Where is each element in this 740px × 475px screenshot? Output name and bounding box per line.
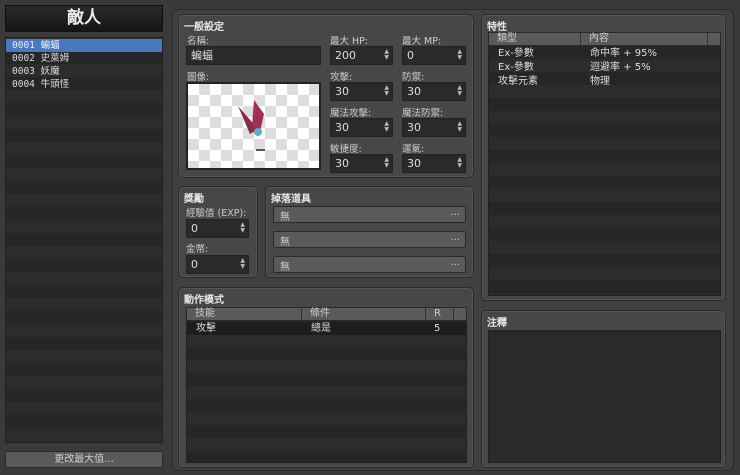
stat-label: 防禦:: [402, 72, 425, 83]
table-row[interactable]: Ex-參數 命中率 + 95%: [489, 47, 720, 60]
exp-input[interactable]: 0 ▲ ▼: [186, 219, 249, 238]
notes-textarea[interactable]: [488, 330, 721, 463]
spinner-icon[interactable]: ▲ ▼: [384, 49, 389, 61]
item-id: 0004: [12, 79, 35, 90]
magic-defense-input[interactable]: 30 ▲ ▼: [402, 118, 466, 137]
group-title: 注釋: [487, 318, 507, 329]
item-id: 0001: [12, 40, 35, 51]
column-header[interactable]: 內容: [581, 33, 708, 45]
list-item[interactable]: 0001 蝙蝠: [6, 39, 162, 52]
column-header[interactable]: R: [426, 308, 454, 320]
action-table-header: 技能 條件 R: [186, 307, 467, 321]
enemy-image[interactable]: [186, 82, 321, 170]
table-row[interactable]: 攻擊元素 物理: [489, 75, 720, 88]
more-icon[interactable]: ...: [450, 207, 460, 218]
spinner-icon[interactable]: ▲ ▼: [457, 85, 462, 97]
name-label: 名稱:: [187, 36, 210, 47]
group-title: 掉落道具: [271, 194, 311, 205]
group-title: 特性: [487, 22, 507, 33]
more-icon[interactable]: ...: [450, 232, 460, 243]
magic-attack-input[interactable]: 30 ▲ ▼: [330, 118, 393, 137]
stat-label: 魔法攻擊:: [330, 108, 372, 119]
list-item[interactable]: 0003 妖魔: [6, 65, 162, 78]
column-header[interactable]: 類型: [489, 33, 581, 45]
group-title: 獎勵: [184, 194, 204, 205]
column-header[interactable]: 技能: [187, 308, 302, 320]
list-item[interactable]: 0004 牛頭怪: [6, 78, 162, 91]
enemy-list-title: 敵人: [5, 5, 163, 32]
bat-sprite-icon: [238, 100, 265, 151]
item-id: 0002: [12, 53, 35, 64]
stat-label: 魔法防禦:: [402, 108, 444, 119]
action-patterns-group: 動作模式 技能 條件 R 攻擊 總是 5: [178, 287, 474, 468]
rating-cell: 5: [434, 323, 441, 334]
spinner-icon[interactable]: ▲ ▼: [457, 121, 462, 133]
max-mp-input[interactable]: 0 ▲ ▼: [402, 46, 466, 65]
group-title: 動作模式: [184, 295, 224, 306]
name-input[interactable]: 蝙蝠: [186, 46, 321, 65]
rewards-group: 獎勵 經驗值 (EXP): 0 ▲ ▼ 金幣: 0 ▲ ▼: [178, 186, 258, 278]
column-header[interactable]: 條件: [302, 308, 426, 320]
spinner-icon[interactable]: ▲ ▼: [384, 121, 389, 133]
max-hp-input[interactable]: 200 ▲ ▼: [330, 46, 393, 65]
stat-label: 運氣:: [402, 144, 425, 155]
item-name: 蝙蝠: [40, 40, 60, 51]
item-name: 妖魔: [40, 66, 60, 77]
agility-input[interactable]: 30 ▲ ▼: [330, 154, 393, 173]
spinner-icon[interactable]: ▲ ▼: [240, 222, 245, 234]
drop-item-3[interactable]: 無...: [273, 256, 466, 273]
stat-label: 敏捷度:: [330, 144, 362, 155]
item-name: 牛頭怪: [40, 79, 70, 90]
table-row[interactable]: 攻擊 總是 5: [187, 322, 466, 335]
traits-table-header: 類型 內容: [488, 32, 721, 46]
change-max-button[interactable]: 更改最大值...: [5, 451, 163, 468]
defense-input[interactable]: 30 ▲ ▼: [402, 82, 466, 101]
spinner-icon[interactable]: ▲ ▼: [240, 258, 245, 270]
gold-input[interactable]: 0 ▲ ▼: [186, 255, 249, 274]
condition-cell: 總是: [311, 323, 331, 334]
exp-label: 經驗值 (EXP):: [186, 208, 247, 219]
spinner-icon[interactable]: ▲ ▼: [384, 157, 389, 169]
general-settings-group: 一般設定 名稱: 蝙蝠 圖像: 最大 HP: 200 ▲ ▼ 最大 MP: 0 ▲ ▼ …: [178, 14, 474, 178]
skill-cell: 攻擊: [196, 323, 216, 334]
group-title: 一般設定: [184, 22, 224, 33]
enemy-list[interactable]: 0001 蝙蝠 0002 史萊姆 0003 妖魔 0004 牛頭怪: [5, 37, 163, 443]
notes-group: 注釋: [481, 310, 726, 468]
luck-input[interactable]: 30 ▲ ▼: [402, 154, 466, 173]
stat-label: 最大 MP:: [402, 36, 442, 47]
drop-items-group: 掉落道具 無... 無... 無...: [265, 186, 474, 278]
list-item[interactable]: 0002 史萊姆: [6, 52, 162, 65]
more-icon[interactable]: ...: [450, 257, 460, 268]
image-label: 圖像:: [187, 72, 210, 83]
drop-item-2[interactable]: 無...: [273, 231, 466, 248]
gold-label: 金幣:: [186, 244, 209, 255]
drop-item-1[interactable]: 無...: [273, 206, 466, 223]
table-row[interactable]: Ex-參數 迴避率 + 5%: [489, 61, 720, 74]
item-name: 史萊姆: [40, 53, 70, 64]
spinner-icon[interactable]: ▲ ▼: [457, 49, 462, 61]
stat-label: 最大 HP:: [330, 36, 369, 47]
traits-group: 特性 類型 內容 Ex-參數 命中率 + 95% Ex-參數 迴避率 + 5% 攻擊…: [481, 14, 726, 301]
item-id: 0003: [12, 66, 35, 77]
attack-input[interactable]: 30 ▲ ▼: [330, 82, 393, 101]
stat-label: 攻擊:: [330, 72, 353, 83]
spinner-icon[interactable]: ▲ ▼: [457, 157, 462, 169]
spinner-icon[interactable]: ▲ ▼: [384, 85, 389, 97]
